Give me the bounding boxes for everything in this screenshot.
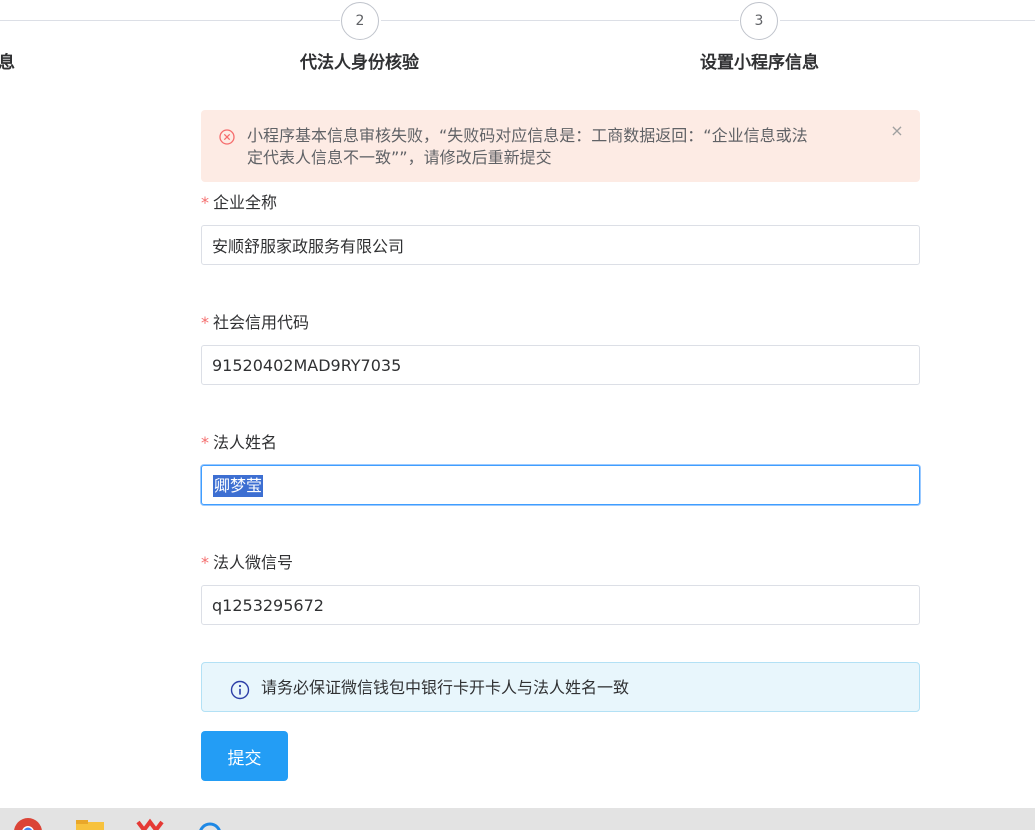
company-name-label-text: 企业全称 [213, 193, 278, 212]
required-mark: * [201, 553, 209, 572]
legal-person-input[interactable]: 卿梦莹 [201, 465, 920, 505]
step-3-title: 设置小程序信息 [700, 53, 819, 73]
step-3-circle: 3 [740, 2, 778, 40]
info-circle-icon [230, 680, 250, 700]
error-alert-line-1: 小程序基本信息审核失败，“失败码对应信息是：工商数据返回：“企业信息或法 [247, 126, 808, 145]
taskbar [0, 808, 1035, 830]
wechat-id-label: * 法人微信号 [201, 552, 293, 574]
error-alert-line-2: 定代表人信息不一致””，请修改后重新提交 [247, 148, 552, 167]
step-connector-2 [381, 20, 739, 21]
chrome-icon[interactable] [8, 808, 48, 830]
legal-person-input-wrap: 卿梦莹 [201, 465, 920, 505]
circle-x-icon [219, 129, 235, 145]
step-2-title: 代法人身份核验 [300, 53, 419, 73]
blue-circle-icon[interactable] [192, 808, 228, 830]
company-name-input[interactable] [201, 225, 920, 265]
red-app-icon[interactable] [132, 808, 168, 830]
error-alert: 小程序基本信息审核失败，“失败码对应信息是：工商数据返回：“企业信息或法 定代表… [201, 110, 920, 182]
step-connector-3 [780, 20, 1035, 21]
company-name-label: * 企业全称 [201, 192, 277, 214]
legal-person-label-text: 法人姓名 [213, 433, 278, 452]
required-mark: * [201, 313, 209, 332]
close-icon[interactable]: × [889, 123, 905, 139]
required-mark: * [201, 433, 209, 452]
folder-icon[interactable] [72, 808, 108, 830]
required-mark: * [201, 193, 209, 212]
page: 息 2 代法人身份核验 3 设置小程序信息 小程序基本信息审核失败，“失败码对应… [0, 0, 1035, 830]
info-alert: 请务必保证微信钱包中银行卡开卡人与法人姓名一致 [201, 662, 920, 712]
info-alert-text: 请务必保证微信钱包中银行卡开卡人与法人姓名一致 [261, 678, 630, 697]
credit-code-label: * 社会信用代码 [201, 312, 309, 334]
submit-button[interactable]: 提交 [201, 731, 288, 781]
step-1-title: 息 [0, 53, 15, 73]
credit-code-label-text: 社会信用代码 [213, 313, 310, 332]
legal-person-label: * 法人姓名 [201, 432, 277, 454]
step-connector-1 [0, 20, 340, 21]
wechat-id-input[interactable] [201, 585, 920, 625]
step-2-circle: 2 [341, 2, 379, 40]
wechat-id-label-text: 法人微信号 [213, 553, 294, 572]
credit-code-input[interactable] [201, 345, 920, 385]
legal-person-selected-text: 卿梦莹 [213, 475, 264, 497]
error-alert-message: 小程序基本信息审核失败，“失败码对应信息是：工商数据返回：“企业信息或法 定代表… [247, 125, 887, 169]
